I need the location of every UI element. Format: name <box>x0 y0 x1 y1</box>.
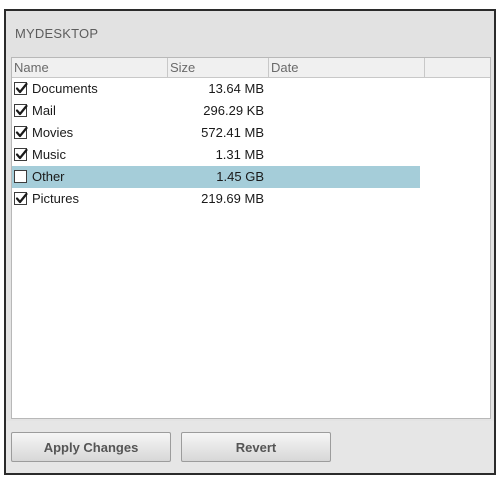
list-item[interactable]: Mail 296.29 KB <box>12 100 420 122</box>
item-size: 296.29 KB <box>203 103 264 118</box>
file-list[interactable]: Name Size Date Documents 13.64 MB Mail 2… <box>11 57 491 419</box>
checkbox[interactable] <box>14 104 28 117</box>
checkbox[interactable] <box>14 148 28 161</box>
list-item[interactable]: Other 1.45 GB <box>12 166 420 188</box>
item-size: 572.41 MB <box>201 125 264 140</box>
column-header-row: Name Size Date <box>12 58 490 78</box>
mydesktop-panel: MYDESKTOP Name Size Date Documents 13.64… <box>4 9 496 475</box>
checkmark-icon <box>15 104 28 116</box>
checkmark-icon <box>15 148 28 160</box>
item-name: Documents <box>32 81 98 96</box>
item-size: 1.31 MB <box>215 147 264 162</box>
item-name: Other <box>32 169 65 184</box>
column-header-size[interactable]: Size <box>168 58 269 77</box>
checkmark-icon <box>15 126 28 138</box>
apply-changes-button[interactable]: Apply Changes <box>11 432 171 462</box>
checkmark-icon <box>15 192 28 204</box>
checkbox[interactable] <box>14 192 28 205</box>
item-name: Pictures <box>32 191 79 206</box>
item-name: Mail <box>32 103 56 118</box>
list-item[interactable]: Music 1.31 MB <box>12 144 420 166</box>
checkbox[interactable] <box>14 126 28 139</box>
item-size: 219.69 MB <box>201 191 264 206</box>
column-header-name[interactable]: Name <box>12 58 168 77</box>
item-name: Music <box>32 147 66 162</box>
column-header-empty <box>425 58 490 77</box>
panel-header: MYDESKTOP <box>6 11 494 57</box>
checkbox[interactable] <box>14 170 27 183</box>
checkmark-icon <box>15 82 28 94</box>
footer-bar: Apply Changes Revert <box>6 421 494 473</box>
rows: Documents 13.64 MB Mail 296.29 KB Movies… <box>12 78 490 210</box>
item-size: 1.45 GB <box>216 169 264 184</box>
checkbox[interactable] <box>14 82 28 95</box>
revert-button[interactable]: Revert <box>181 432 331 462</box>
item-size: 13.64 MB <box>208 81 264 96</box>
item-name: Movies <box>32 125 74 140</box>
panel-title: MYDESKTOP <box>15 26 99 41</box>
column-header-date[interactable]: Date <box>269 58 425 77</box>
list-item[interactable]: Movies 572.41 MB <box>12 122 420 144</box>
list-item[interactable]: Documents 13.64 MB <box>12 78 420 100</box>
list-item[interactable]: Pictures 219.69 MB <box>12 188 420 210</box>
